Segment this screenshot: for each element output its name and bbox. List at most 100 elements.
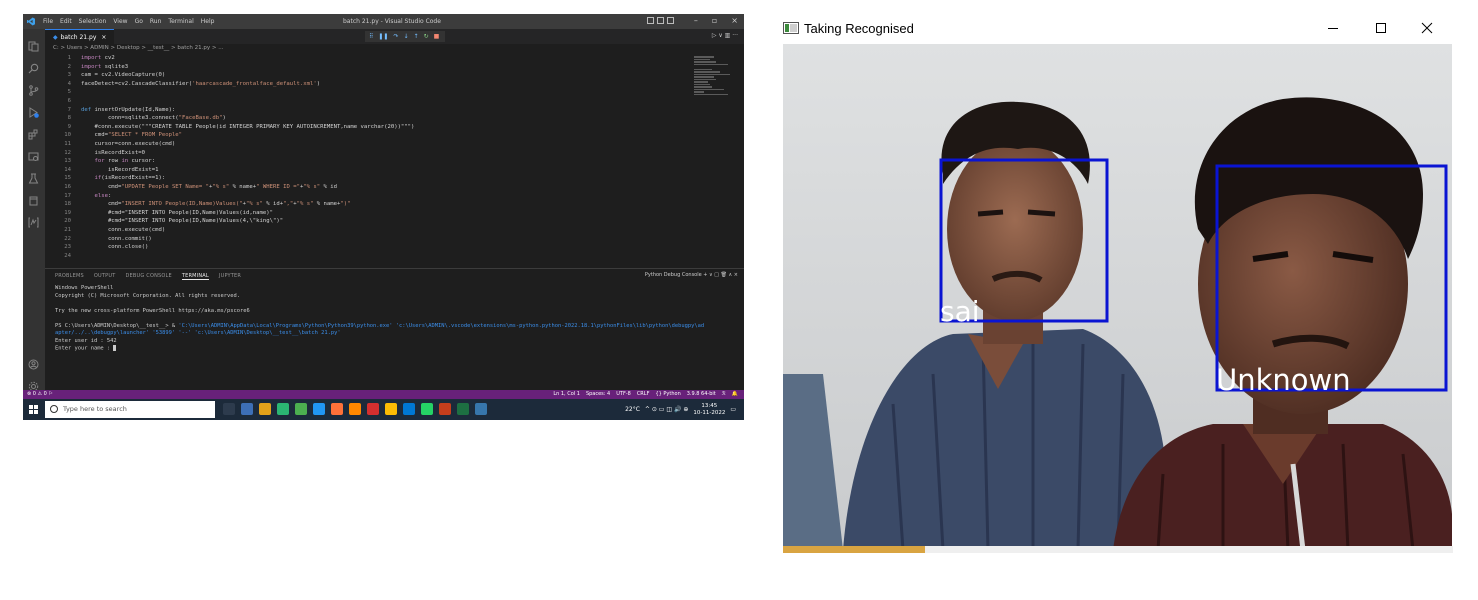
excel-icon[interactable] — [457, 403, 469, 415]
more-actions-icon[interactable]: ··· — [732, 32, 738, 39]
terminal-output[interactable]: Windows PowerShell Copyright (C) Microsof… — [55, 285, 740, 353]
account-icon[interactable] — [28, 355, 39, 370]
menu-go[interactable]: Go — [135, 18, 143, 25]
testing-icon[interactable] — [28, 169, 39, 184]
taskbar-app-icon[interactable] — [295, 403, 307, 415]
menu-file[interactable]: File — [43, 18, 53, 25]
notebook-icon[interactable] — [28, 191, 39, 206]
python-taskbar-icon[interactable] — [475, 403, 487, 415]
search-icon[interactable] — [28, 59, 39, 74]
menu-edit[interactable]: Edit — [60, 18, 72, 25]
code-line[interactable]: 19 #cmd="INSERT INTO People(ID,Name)Valu… — [45, 209, 273, 217]
powerpoint-icon[interactable] — [439, 403, 451, 415]
status-eol[interactable]: CRLF — [637, 390, 650, 399]
task-view-icon[interactable] — [223, 403, 235, 415]
status-cursor-pos[interactable]: Ln 1, Col 1 — [553, 390, 580, 399]
layout-panel-icon[interactable] — [657, 17, 664, 24]
debug-stop-icon[interactable]: ■ — [434, 33, 440, 40]
minimize-icon[interactable] — [1323, 20, 1343, 36]
code-line[interactable]: 5 — [45, 88, 81, 96]
code-line[interactable]: 18 cmd="INSERT INTO People(ID,Name)Value… — [45, 200, 350, 208]
debug-pause-icon[interactable]: ❚❚ — [378, 33, 388, 40]
vlc-icon[interactable] — [349, 403, 361, 415]
tab-jupyter[interactable]: JUPYTER — [219, 273, 241, 280]
status-bell-icon[interactable]: 🔔 — [732, 390, 738, 399]
extensions-icon[interactable] — [28, 125, 39, 140]
tab-close-icon[interactable]: × — [101, 34, 106, 41]
taskbar-app-icon[interactable] — [259, 403, 271, 415]
taskbar-search-box[interactable]: Type here to search — [45, 401, 215, 418]
code-line[interactable]: 11 cursor=conn.execute(cmd) — [45, 140, 175, 148]
menu-view[interactable]: View — [113, 18, 127, 25]
code-line[interactable]: 21 conn.execute(cmd) — [45, 226, 165, 234]
status-indent[interactable]: Spaces: 4 — [586, 390, 610, 399]
settings-gear-icon[interactable] — [28, 377, 39, 392]
code-editor[interactable]: 1 import cv2 2 import sqlite3 3 cam = cv2.Vid… — [45, 54, 744, 266]
code-line[interactable]: 14 isRecordExist=1 — [45, 166, 158, 174]
code-line[interactable]: 2 import sqlite3 — [45, 63, 129, 71]
code-line[interactable]: 24 — [45, 252, 81, 260]
code-line[interactable]: 1 import cv2 — [45, 54, 115, 62]
status-interpreter[interactable]: 3.9.8 64-bit — [687, 390, 716, 399]
explorer-icon[interactable] — [28, 37, 39, 52]
terminal-actions[interactable]: Python Debug Console + ∨ □ 🗑 ∧ × — [645, 272, 738, 278]
status-accounts-icon[interactable]: ℛ — [722, 390, 726, 399]
windows-start-icon[interactable] — [29, 405, 38, 414]
close-icon[interactable] — [1417, 20, 1437, 36]
weather-temp[interactable]: 22°C — [625, 406, 640, 413]
menu-selection[interactable]: Selection — [79, 18, 107, 25]
menu-run[interactable]: Run — [150, 18, 162, 25]
tab-batch21[interactable]: ◆ batch 21.py × — [45, 29, 115, 44]
taskbar-app-icon[interactable] — [367, 403, 379, 415]
run-file-icon[interactable]: ▷ ∨ — [712, 32, 723, 39]
debug-restart-icon[interactable]: ↻ — [424, 33, 429, 40]
tab-problems[interactable]: PROBLEMS — [55, 273, 84, 280]
debug-step-over-icon[interactable]: ↷ — [393, 33, 398, 40]
layout-sidebar-icon[interactable] — [647, 17, 654, 24]
tab-output[interactable]: OUTPUT — [94, 273, 116, 280]
vscode-restore-icon[interactable]: ▫ — [712, 16, 717, 25]
recognition-titlebar[interactable]: Taking Recognised — [783, 14, 1453, 44]
code-line[interactable]: 12 isRecordExist=0 — [45, 149, 145, 157]
feed-scroll-thumb[interactable] — [783, 546, 925, 553]
code-line[interactable]: 10 cmd="SELECT * FROM People" — [45, 131, 182, 139]
code-line[interactable]: 3 cam = cv2.VideoCapture(0) — [45, 71, 166, 79]
split-editor-icon[interactable]: ▥ — [725, 32, 731, 39]
feed-scrollbar[interactable] — [783, 546, 1453, 553]
minimap[interactable] — [694, 56, 732, 96]
source-control-icon[interactable] — [28, 81, 39, 96]
run-debug-icon[interactable] — [28, 103, 39, 118]
taskbar-app-icon[interactable] — [277, 403, 289, 415]
status-problems[interactable]: ⊗ 0 ⚠ 0 ⚐ — [27, 390, 53, 399]
vscode-minimize-icon[interactable]: – — [694, 16, 698, 25]
code-line[interactable]: 15 if(isRecordExist==1): — [45, 174, 165, 182]
status-encoding[interactable]: UTF-8 — [616, 390, 631, 399]
tab-terminal[interactable]: TERMINAL — [181, 273, 209, 280]
code-line[interactable]: 8 conn=sqlite3.connect("FaceBase.db") — [45, 114, 226, 122]
taskbar-app-icon[interactable] — [241, 403, 253, 415]
debug-step-out-icon[interactable]: ↑ — [414, 33, 419, 40]
tab-debug-console[interactable]: DEBUG CONSOLE — [125, 273, 171, 280]
layout-secondary-icon[interactable] — [667, 17, 674, 24]
code-line[interactable]: 22 conn.commit() — [45, 235, 151, 243]
taskbar-app-icon[interactable] — [313, 403, 325, 415]
firefox-icon[interactable] — [331, 403, 343, 415]
debug-step-into-icon[interactable]: ↓ — [404, 33, 409, 40]
remote-explorer-icon[interactable] — [28, 147, 39, 161]
chrome-icon[interactable] — [385, 403, 397, 415]
code-line[interactable]: 20 #cmd="INSERT INTO People(ID,Name)Valu… — [45, 217, 283, 225]
whatsapp-icon[interactable] — [421, 403, 433, 415]
code-line[interactable]: 4 faceDetect=cv2.CascadeClassifier('haarc… — [45, 80, 321, 88]
code-line[interactable]: 7 def insertOrUpdate(Id,Name): — [45, 106, 176, 114]
code-line[interactable]: 13 for row in cursor: — [45, 157, 155, 165]
status-language[interactable]: {} Python — [655, 390, 680, 399]
code-line[interactable]: 6 — [45, 97, 81, 105]
tray-icons[interactable]: ^ ⊙ ▭ ◫ 🔊 ⊕ — [645, 406, 688, 413]
maximize-icon[interactable] — [1371, 20, 1391, 36]
vscode-taskbar-icon[interactable] — [403, 403, 415, 415]
code-line[interactable]: 23 conn.close() — [45, 243, 148, 251]
menu-terminal[interactable]: Terminal — [168, 18, 193, 25]
notifications-icon[interactable]: ▭ — [730, 406, 736, 413]
code-line[interactable]: 17 else: — [45, 192, 111, 200]
taskbar-clock[interactable]: 13:45 10-11-2022 — [693, 403, 725, 417]
